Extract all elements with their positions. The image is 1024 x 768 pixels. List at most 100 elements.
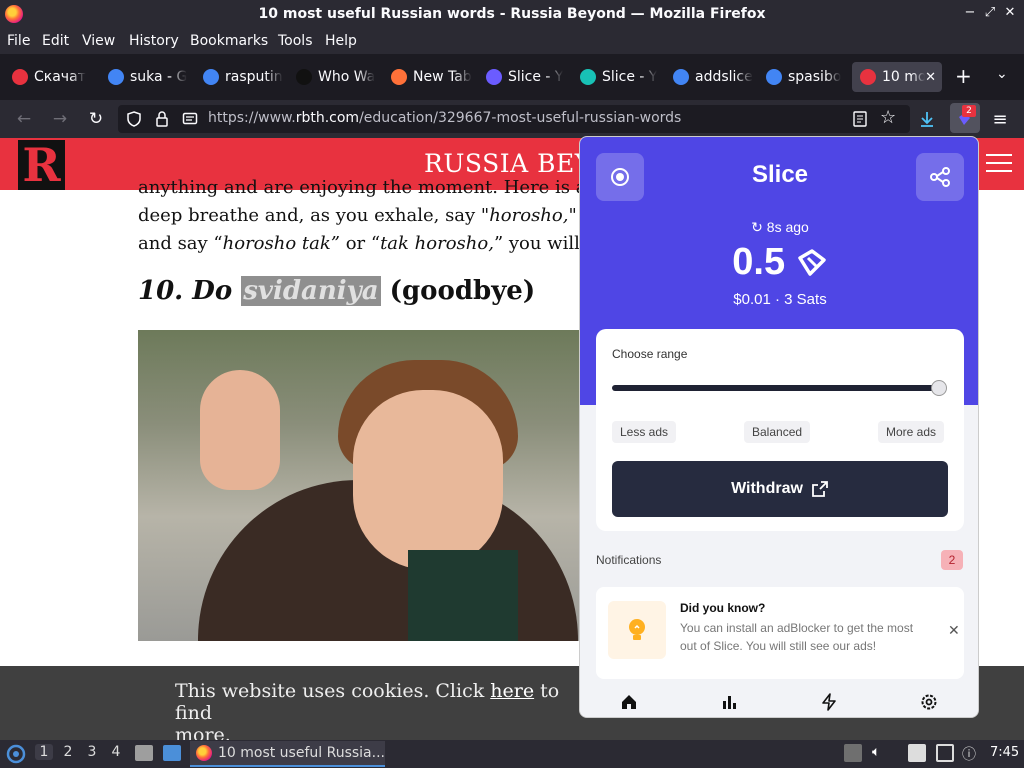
new-tab-icon[interactable]: +	[955, 64, 972, 88]
article-text: anything and are enjoying the moment. He…	[138, 174, 626, 258]
range-thumb[interactable]	[931, 380, 947, 396]
workspace-3[interactable]: 3	[83, 744, 101, 760]
google-icon	[766, 69, 782, 85]
close-tab-icon[interactable]: ✕	[925, 70, 936, 85]
stats-icon[interactable]	[718, 691, 740, 713]
hamburger-menu-icon[interactable]	[986, 154, 1012, 178]
app-menu-icon[interactable]: ≡	[990, 109, 1010, 130]
tab-label: spasibo	[788, 69, 842, 85]
minimize-button[interactable]: −	[962, 5, 978, 20]
window-titlebar: 10 most useful Russian words - Russia Be…	[0, 0, 1024, 30]
workspace-1[interactable]: 1	[35, 744, 53, 760]
back-icon[interactable]: ←	[14, 109, 34, 129]
clipboard-icon[interactable]	[908, 744, 926, 762]
forward-icon[interactable]: →	[50, 109, 70, 129]
network-icon[interactable]	[936, 744, 954, 762]
permissions-icon[interactable]	[182, 111, 198, 127]
range-option-more[interactable]: More ads	[878, 421, 945, 443]
tab-label: New Tab	[413, 69, 472, 85]
notification-body: You can install an adBlocker to get the …	[680, 621, 914, 653]
range-card: Choose range Less ads Balanced More ads …	[596, 329, 964, 531]
notifications-label: Notifications	[596, 553, 662, 567]
browser-tab[interactable]: Who Wa	[288, 62, 382, 92]
google-icon	[203, 69, 219, 85]
tray-updates-icon[interactable]	[844, 744, 862, 762]
slice-extension-button[interactable]: 2	[950, 103, 980, 133]
external-link-icon	[812, 481, 828, 497]
close-window-button[interactable]: ✕	[1002, 5, 1018, 20]
url-text[interactable]: https://www.rbth.com/education/329667-mo…	[208, 110, 681, 126]
tab-bar: Скачат suka - G rasputin Who Wa New Tab Slice…	[0, 54, 1024, 100]
notification-icon[interactable]: ⓘ	[962, 744, 980, 763]
maximize-button[interactable]: ⤢	[982, 5, 998, 20]
last-updated: ↻ 8s ago	[751, 219, 809, 235]
site-logo[interactable]: R	[18, 140, 65, 190]
range-option-balanced[interactable]: Balanced	[744, 421, 811, 443]
cookie-link[interactable]: here	[490, 680, 534, 702]
menu-file[interactable]: File	[7, 33, 30, 49]
article-line: and say “horosho tak” or “tak horosho,” …	[138, 233, 626, 254]
withdraw-button[interactable]: Withdraw	[612, 461, 948, 517]
slice-popup: Slice ↻ 8s ago 0.5 $0.01 · 3 Sats Choose…	[579, 136, 979, 718]
browser-tab[interactable]: spasibo	[758, 62, 852, 92]
shield-icon[interactable]	[126, 111, 142, 127]
cookie-text: This website uses cookies. Click here to…	[175, 680, 560, 740]
menu-tools[interactable]: Tools	[278, 33, 313, 49]
workspace-2[interactable]: 2	[59, 744, 77, 760]
browser-tab[interactable]: Скачат	[4, 62, 98, 92]
taskbar-window-firefox[interactable]: 10 most useful Russia...	[190, 741, 385, 767]
tab-label: Slice - Y	[508, 69, 564, 85]
reader-view-icon[interactable]	[853, 111, 867, 127]
yandex-icon	[12, 69, 28, 85]
downloads-icon[interactable]	[918, 110, 936, 128]
balance-amount: 0.5	[580, 241, 978, 284]
browser-tab[interactable]: Slice - Y	[478, 62, 572, 92]
lock-icon[interactable]	[154, 110, 170, 128]
firefox-icon	[391, 69, 407, 85]
menu-help[interactable]: Help	[325, 33, 357, 49]
browser-tab[interactable]: New Tab	[383, 62, 477, 92]
tab-label: rasputin	[225, 69, 283, 85]
workspace-4[interactable]: 4	[107, 744, 125, 760]
reload-icon[interactable]: ↻	[86, 109, 106, 129]
russia-beyond-icon	[860, 69, 876, 85]
browser-tab[interactable]: suka - G	[100, 62, 194, 92]
window-title: 10 most useful Russian words - Russia Be…	[258, 6, 766, 22]
browser-tab[interactable]: Slice - Y	[572, 62, 666, 92]
notification-close-icon[interactable]: ✕	[948, 623, 960, 639]
settings-gear-icon[interactable]	[918, 691, 940, 713]
list-tabs-icon[interactable]: ⌄	[996, 66, 1008, 82]
section-heading: 10. Do svidaniya (goodbye)	[138, 276, 536, 306]
extension-badge: 2	[962, 105, 976, 117]
highlighted-word: svidaniya	[241, 276, 381, 306]
start-menu-icon[interactable]	[6, 744, 26, 764]
range-track[interactable]	[612, 385, 940, 391]
article-image	[138, 330, 580, 641]
browser-tab[interactable]: addslice	[665, 62, 759, 92]
file-manager-icon[interactable]	[135, 745, 153, 761]
menu-view[interactable]: View	[82, 33, 115, 49]
tab-label: Скачат	[34, 69, 86, 85]
show-desktop-icon[interactable]	[163, 745, 181, 761]
home-icon[interactable]	[618, 691, 640, 713]
google-icon	[673, 69, 689, 85]
navigation-toolbar: ← → ↻ https://www.rbth.com/education/329…	[0, 100, 1024, 138]
lightbulb-icon	[608, 601, 666, 659]
refresh-icon[interactable]: ↻	[751, 219, 767, 235]
range-option-less[interactable]: Less ads	[612, 421, 677, 443]
balance-usd: $0.01 · 3 Sats	[733, 291, 827, 308]
bookmark-star-icon[interactable]: ☆	[880, 107, 896, 128]
share-button[interactable]	[916, 153, 964, 201]
menu-edit[interactable]: Edit	[42, 33, 69, 49]
browser-tab[interactable]: rasputin	[195, 62, 289, 92]
bolt-icon[interactable]	[818, 691, 840, 713]
menu-history[interactable]: History	[129, 33, 179, 49]
menu-bookmarks[interactable]: Bookmarks	[190, 33, 268, 49]
url-bar[interactable]: https://www.rbth.com/education/329667-mo…	[118, 105, 910, 133]
clock: 7:45	[990, 745, 1020, 760]
notification-title: Did you know?	[680, 601, 766, 615]
slice-token-icon	[797, 249, 826, 276]
volume-icon[interactable]: 🔈︎	[872, 744, 890, 762]
browser-tab[interactable]: 10 mo ✕	[852, 62, 942, 92]
notifications-count: 2	[941, 550, 963, 570]
